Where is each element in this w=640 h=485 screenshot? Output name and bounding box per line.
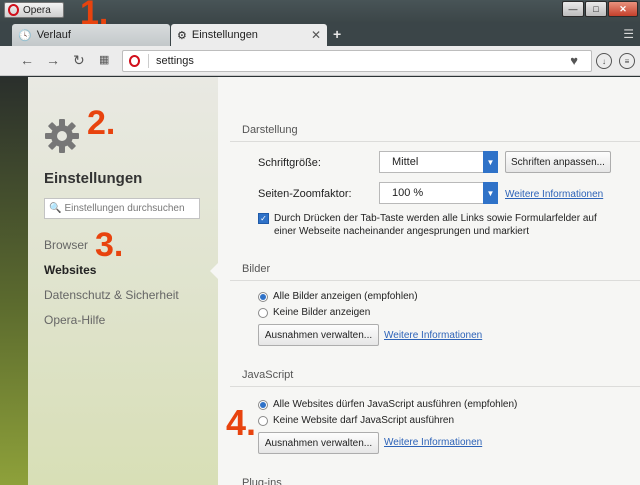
tab-label: Verlauf xyxy=(36,29,71,41)
tab-navigation-option[interactable]: ✓ Durch Drücken der Tab-Taste werden all… xyxy=(258,212,618,238)
maximize-button[interactable]: □ xyxy=(585,1,607,17)
fonts-customize-button[interactable]: Schriften anpassen... xyxy=(505,151,611,173)
settings-search[interactable]: 🔍 xyxy=(44,198,200,219)
opera-menu-label: Opera xyxy=(23,4,51,16)
download-icon[interactable]: ↓ xyxy=(596,53,612,69)
annotation-marker-1: 1. xyxy=(80,0,109,32)
js-info-link[interactable]: Weitere Informationen xyxy=(384,437,482,448)
forward-icon[interactable]: → xyxy=(46,52,60,68)
zoom-info-link[interactable]: Weitere Informationen xyxy=(505,189,603,200)
tab-close-icon[interactable]: ✕ xyxy=(311,28,321,42)
section-title-darstellung: Darstellung xyxy=(242,124,298,136)
gear-icon: ⚙ xyxy=(177,29,187,42)
clock-icon: 🕓 xyxy=(18,29,32,42)
back-icon[interactable]: ← xyxy=(20,52,34,68)
js-allow-option[interactable]: Alle Websites dürfen JavaScript ausführe… xyxy=(258,399,517,410)
address-bar[interactable] xyxy=(122,50,592,72)
images-none-label: Keine Bilder anzeigen xyxy=(273,307,371,318)
tab-label: Einstellungen xyxy=(191,29,258,41)
js-allow-radio[interactable] xyxy=(258,399,268,410)
images-all-option[interactable]: Alle Bilder anzeigen (empfohlen) xyxy=(258,291,418,302)
opera-menu-button[interactable]: Opera xyxy=(4,2,64,18)
annotation-marker-4: 4. xyxy=(226,402,257,443)
images-all-label: Alle Bilder anzeigen (empfohlen) xyxy=(273,291,418,302)
menu-icon[interactable]: ≡ xyxy=(619,53,635,69)
settings-gear-icon xyxy=(45,119,79,153)
search-icon: 🔍 xyxy=(49,203,62,214)
heart-icon[interactable]: ♥ xyxy=(570,53,578,68)
section-title-plugins: Plug-ins xyxy=(242,477,282,485)
section-divider xyxy=(230,386,640,387)
chevron-down-icon: ▼ xyxy=(483,182,498,204)
active-item-arrow xyxy=(210,263,218,279)
toolbar: ← → ↻ ▦ ♥ ↓ ≡ xyxy=(0,46,640,76)
sidebar-item-opera-hilfe[interactable]: Opera-Hilfe xyxy=(44,313,105,327)
tab-navigation-checkbox[interactable]: ✓ xyxy=(258,213,269,224)
reload-icon[interactable]: ↻ xyxy=(73,52,85,68)
address-input[interactable] xyxy=(156,55,536,67)
images-none-option[interactable]: Keine Bilder anzeigen xyxy=(258,307,370,318)
section-divider xyxy=(230,141,640,142)
close-button[interactable]: ✕ xyxy=(608,1,638,17)
js-exceptions-button[interactable]: Ausnahmen verwalten... xyxy=(258,432,379,454)
zoom-label: Seiten-Zoomfaktor: xyxy=(258,188,352,200)
section-divider xyxy=(230,280,640,281)
js-allow-label: Alle Websites dürfen JavaScript ausführe… xyxy=(273,399,518,410)
images-info-link[interactable]: Weitere Informationen xyxy=(384,330,482,341)
opera-logo-icon xyxy=(8,4,19,16)
new-tab-icon[interactable]: + xyxy=(333,26,341,42)
annotation-marker-2: 2. xyxy=(87,104,116,142)
js-block-radio[interactable] xyxy=(258,415,268,426)
zoom-select[interactable]: 100 % ▼ xyxy=(379,182,498,204)
font-size-value: Mittel xyxy=(392,156,419,168)
sidebar-title: Einstellungen xyxy=(44,170,143,187)
tab-navigation-label: Durch Drücken der Tab-Taste werden alle … xyxy=(274,213,597,237)
sidebar-item-browser[interactable]: Browser xyxy=(44,238,88,252)
js-block-option[interactable]: Keine Website darf JavaScript ausführen xyxy=(258,415,454,426)
font-size-label: Schriftgröße: xyxy=(258,157,321,169)
zoom-value: 100 % xyxy=(392,187,424,199)
images-none-radio[interactable] xyxy=(258,307,268,318)
settings-search-input[interactable] xyxy=(64,203,199,214)
js-block-label: Keine Website darf JavaScript ausführen xyxy=(273,415,455,426)
minimize-button[interactable]: — xyxy=(562,1,584,17)
section-title-bilder: Bilder xyxy=(242,263,271,275)
window-controls: — □ ✕ xyxy=(562,1,638,17)
section-title-javascript: JavaScript xyxy=(242,369,294,381)
sidebar-item-datenschutz[interactable]: Datenschutz & Sicherheit xyxy=(44,288,179,302)
tab-einstellungen[interactable]: ⚙ Einstellungen ✕ xyxy=(171,24,327,46)
chevron-down-icon: ▼ xyxy=(483,151,498,173)
tab-menu-icon[interactable]: ☰ xyxy=(623,27,634,41)
font-size-select[interactable]: Mittel ▼ xyxy=(379,151,498,173)
images-all-radio[interactable] xyxy=(258,291,268,302)
speed-dial-icon[interactable]: ▦ xyxy=(99,52,109,68)
opera-logo-icon xyxy=(129,55,140,67)
images-exceptions-button[interactable]: Ausnahmen verwalten... xyxy=(258,324,379,346)
sidebar-item-websites[interactable]: Websites xyxy=(44,263,96,277)
address-separator xyxy=(148,54,149,68)
page-left-edge xyxy=(0,77,28,485)
annotation-marker-3: 3. xyxy=(95,226,124,264)
